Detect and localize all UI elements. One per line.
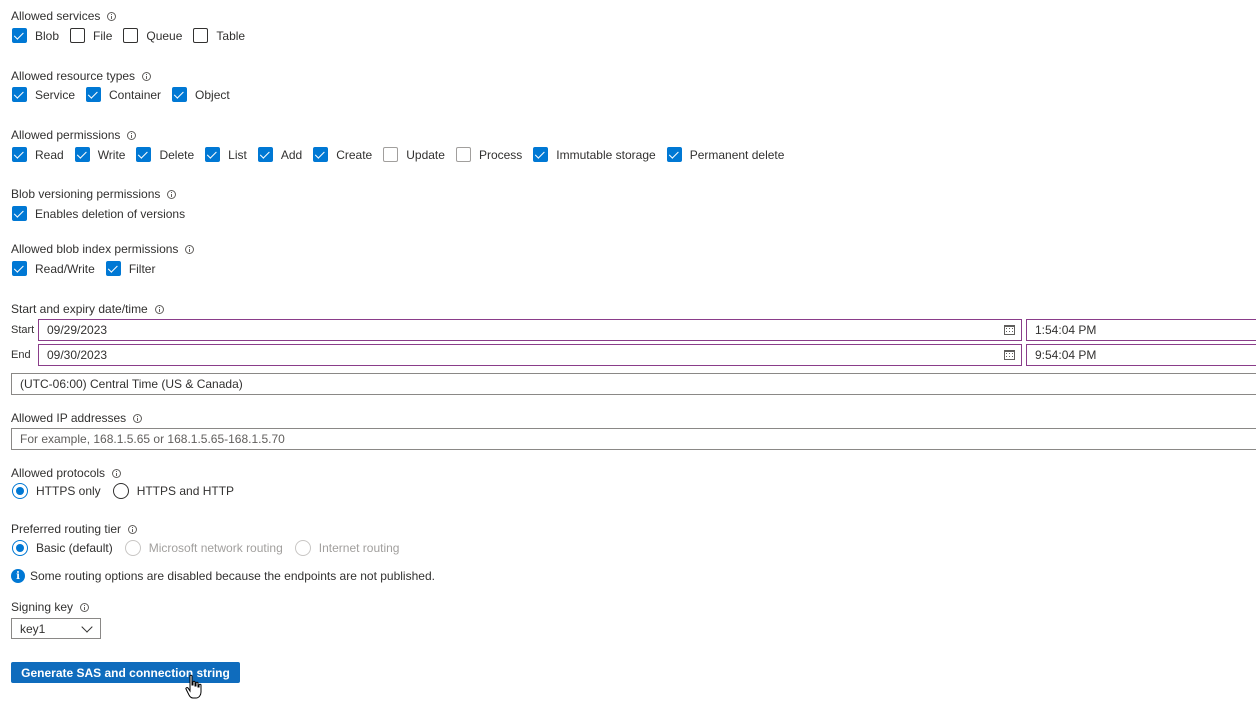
- allowed-protocols-group: HTTPS only HTTPS and HTTP: [12, 483, 246, 499]
- checkbox-object[interactable]: Object: [172, 87, 230, 102]
- allowed-services-label: Allowed services: [11, 9, 117, 23]
- routing-notice: i Some routing options are disabled beca…: [11, 569, 435, 583]
- start-date-input[interactable]: 09/29/2023: [38, 319, 1022, 341]
- calendar-icon[interactable]: [1004, 350, 1015, 360]
- checkbox-box[interactable]: [70, 28, 86, 43]
- radio-https-and-http[interactable]: [112, 483, 129, 499]
- radio-internet-routing: [294, 540, 311, 556]
- checkbox-permanent-delete[interactable]: Permanent delete: [666, 147, 784, 162]
- blob-index-label: Allowed blob index permissions: [11, 242, 195, 256]
- checkbox-queue[interactable]: Queue: [123, 28, 182, 43]
- allowed-resource-types-group: Service Container Object: [12, 87, 241, 102]
- routing-tier-group: Basic (default) Microsoft network routin…: [12, 540, 411, 556]
- checkbox-box[interactable]: [666, 147, 682, 162]
- routing-tier-label: Preferred routing tier: [11, 522, 138, 536]
- info-icon[interactable]: [107, 11, 117, 21]
- checkbox-box[interactable]: [172, 87, 188, 102]
- info-filled-icon: i: [11, 569, 25, 583]
- checkbox-box[interactable]: [383, 147, 399, 162]
- checkbox-delete[interactable]: Delete: [136, 147, 194, 162]
- checkbox-update[interactable]: Update: [383, 147, 445, 162]
- hand-cursor-icon: [185, 674, 202, 699]
- checkbox-box[interactable]: [313, 147, 329, 162]
- checkbox-box[interactable]: [12, 87, 27, 102]
- start-label: Start: [11, 324, 35, 336]
- checkbox-blob[interactable]: Blob: [12, 28, 59, 43]
- chevron-down-icon: [81, 621, 93, 633]
- checkbox-table[interactable]: Table: [193, 28, 245, 43]
- allowed-protocols-label: Allowed protocols: [11, 466, 122, 480]
- calendar-icon[interactable]: [1004, 325, 1015, 335]
- checkbox-box[interactable]: [12, 147, 27, 162]
- signing-key-label: Signing key: [11, 600, 90, 614]
- timezone-select[interactable]: (UTC-06:00) Central Time (US & Canada): [11, 373, 1256, 395]
- end-label: End: [11, 349, 31, 361]
- checkbox-box[interactable]: [105, 261, 121, 276]
- checkbox-box[interactable]: [136, 147, 152, 162]
- checkbox-box[interactable]: [533, 147, 549, 162]
- blob-versioning-label: Blob versioning permissions: [11, 187, 177, 201]
- checkbox-box[interactable]: [257, 147, 273, 162]
- checkbox-add[interactable]: Add: [257, 147, 302, 162]
- checkbox-box[interactable]: [193, 28, 209, 43]
- allowed-services-group: Blob File Queue Table: [12, 28, 256, 43]
- allowed-permissions-label: Allowed permissions: [11, 128, 137, 142]
- checkbox-immutable-storage[interactable]: Immutable storage: [533, 147, 656, 162]
- start-time-input[interactable]: 1:54:04 PM: [1026, 319, 1256, 341]
- checkbox-write[interactable]: Write: [74, 147, 125, 162]
- info-icon[interactable]: [127, 130, 137, 140]
- checkbox-file[interactable]: File: [70, 28, 112, 43]
- info-icon[interactable]: [128, 524, 138, 534]
- info-icon[interactable]: [167, 189, 177, 199]
- checkbox-create[interactable]: Create: [313, 147, 372, 162]
- radio-microsoft-network-routing: [124, 540, 141, 556]
- checkbox-box[interactable]: [455, 147, 471, 162]
- checkbox-box[interactable]: [205, 147, 221, 162]
- checkbox-box[interactable]: [12, 206, 27, 221]
- checkbox-service[interactable]: Service: [12, 87, 75, 102]
- radio-https-only[interactable]: [12, 483, 28, 499]
- checkbox-container[interactable]: Container: [86, 87, 161, 102]
- checkbox-list[interactable]: List: [205, 147, 247, 162]
- info-icon[interactable]: [133, 413, 143, 423]
- info-icon[interactable]: [154, 304, 164, 314]
- info-icon[interactable]: [80, 602, 90, 612]
- checkbox-box[interactable]: [12, 28, 27, 43]
- info-icon[interactable]: [185, 244, 195, 254]
- checkbox-box[interactable]: [123, 28, 139, 43]
- generate-sas-button[interactable]: Generate SAS and connection string: [11, 662, 240, 683]
- checkbox-process[interactable]: Process: [455, 147, 522, 162]
- allowed-ip-input[interactable]: For example, 168.1.5.65 or 168.1.5.65-16…: [11, 428, 1256, 450]
- end-date-input[interactable]: 09/30/2023: [38, 344, 1022, 366]
- checkbox-read-write[interactable]: Read/Write: [12, 261, 95, 276]
- start-expiry-label: Start and expiry date/time: [11, 302, 164, 316]
- info-icon[interactable]: [112, 468, 122, 478]
- allowed-ip-label: Allowed IP addresses: [11, 411, 143, 425]
- checkbox-read[interactable]: Read: [12, 147, 64, 162]
- checkbox-box[interactable]: [74, 147, 90, 162]
- info-icon[interactable]: [142, 71, 152, 81]
- end-time-input[interactable]: 9:54:04 PM: [1026, 344, 1256, 366]
- blob-versioning-group: Enables deletion of versions: [12, 206, 196, 221]
- allowed-permissions-group: Read Write Delete List Add Create Update…: [12, 147, 795, 162]
- radio-basic-default[interactable]: [12, 540, 28, 556]
- checkbox-box[interactable]: [86, 87, 102, 102]
- blob-index-group: Read/Write Filter: [12, 261, 166, 276]
- checkbox-box[interactable]: [12, 261, 27, 276]
- checkbox-filter[interactable]: Filter: [105, 261, 155, 276]
- checkbox-enables-deletion-of-versions[interactable]: Enables deletion of versions: [12, 206, 185, 221]
- signing-key-select[interactable]: key1: [11, 618, 101, 639]
- allowed-resource-types-label: Allowed resource types: [11, 69, 152, 83]
